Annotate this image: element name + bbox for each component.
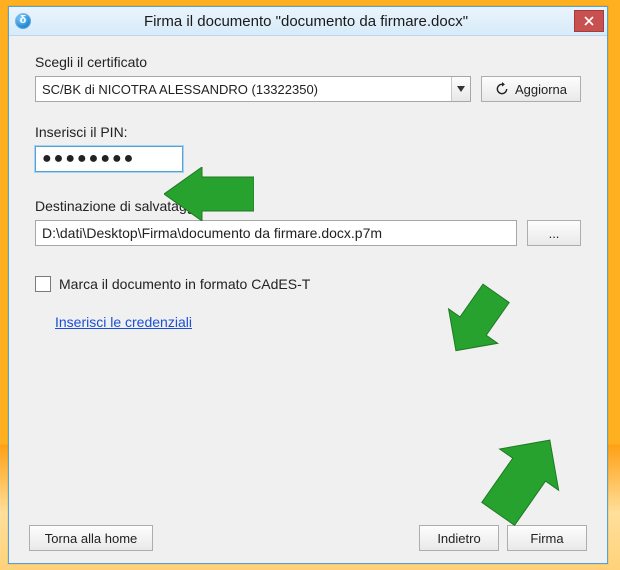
browse-button[interactable]: ... [527,220,581,246]
marca-label: Marca il documento in formato CAdES-T [59,276,310,292]
close-icon [584,16,594,26]
marca-checkbox[interactable] [35,276,51,292]
marca-row: Marca il documento in formato CAdES-T [35,276,581,292]
home-button[interactable]: Torna alla home [29,525,153,551]
titlebar: Firma il documento "documento da firmare… [9,7,607,36]
destination-input[interactable]: D:\dati\Desktop\Firma\documento da firma… [35,220,517,246]
dialog-window: Firma il documento "documento da firmare… [8,6,608,564]
close-button[interactable] [574,10,604,32]
pin-value: ●●●●●●●● [42,150,135,168]
refresh-icon [495,82,509,96]
sign-label: Firma [530,531,563,546]
chevron-down-icon [451,77,470,101]
window-title: Firma il documento "documento da firmare… [39,13,607,30]
certificate-selected: SC/BK di NICOTRA ALESSANDRO (13322350) [42,82,318,97]
refresh-button[interactable]: Aggiorna [481,76,581,102]
app-icon [15,13,31,29]
sign-button[interactable]: Firma [507,525,587,551]
home-label: Torna alla home [45,531,138,546]
destination-value: D:\dati\Desktop\Firma\documento da firma… [42,225,382,241]
back-button[interactable]: Indietro [419,525,499,551]
content-area: Scegli il certificato SC/BK di NICOTRA A… [9,36,607,563]
back-label: Indietro [437,531,480,546]
footer: Torna alla home Indietro Firma [29,525,587,551]
credentials-link[interactable]: Inserisci le credenziali [55,314,192,330]
destination-label: Destinazione di salvataggio: [35,198,581,214]
refresh-label: Aggiorna [515,82,567,97]
pin-label: Inserisci il PIN: [35,124,581,140]
pin-input[interactable]: ●●●●●●●● [35,146,183,172]
certificate-select[interactable]: SC/BK di NICOTRA ALESSANDRO (13322350) [35,76,471,102]
browse-label: ... [549,226,560,241]
certificate-label: Scegli il certificato [35,54,581,70]
